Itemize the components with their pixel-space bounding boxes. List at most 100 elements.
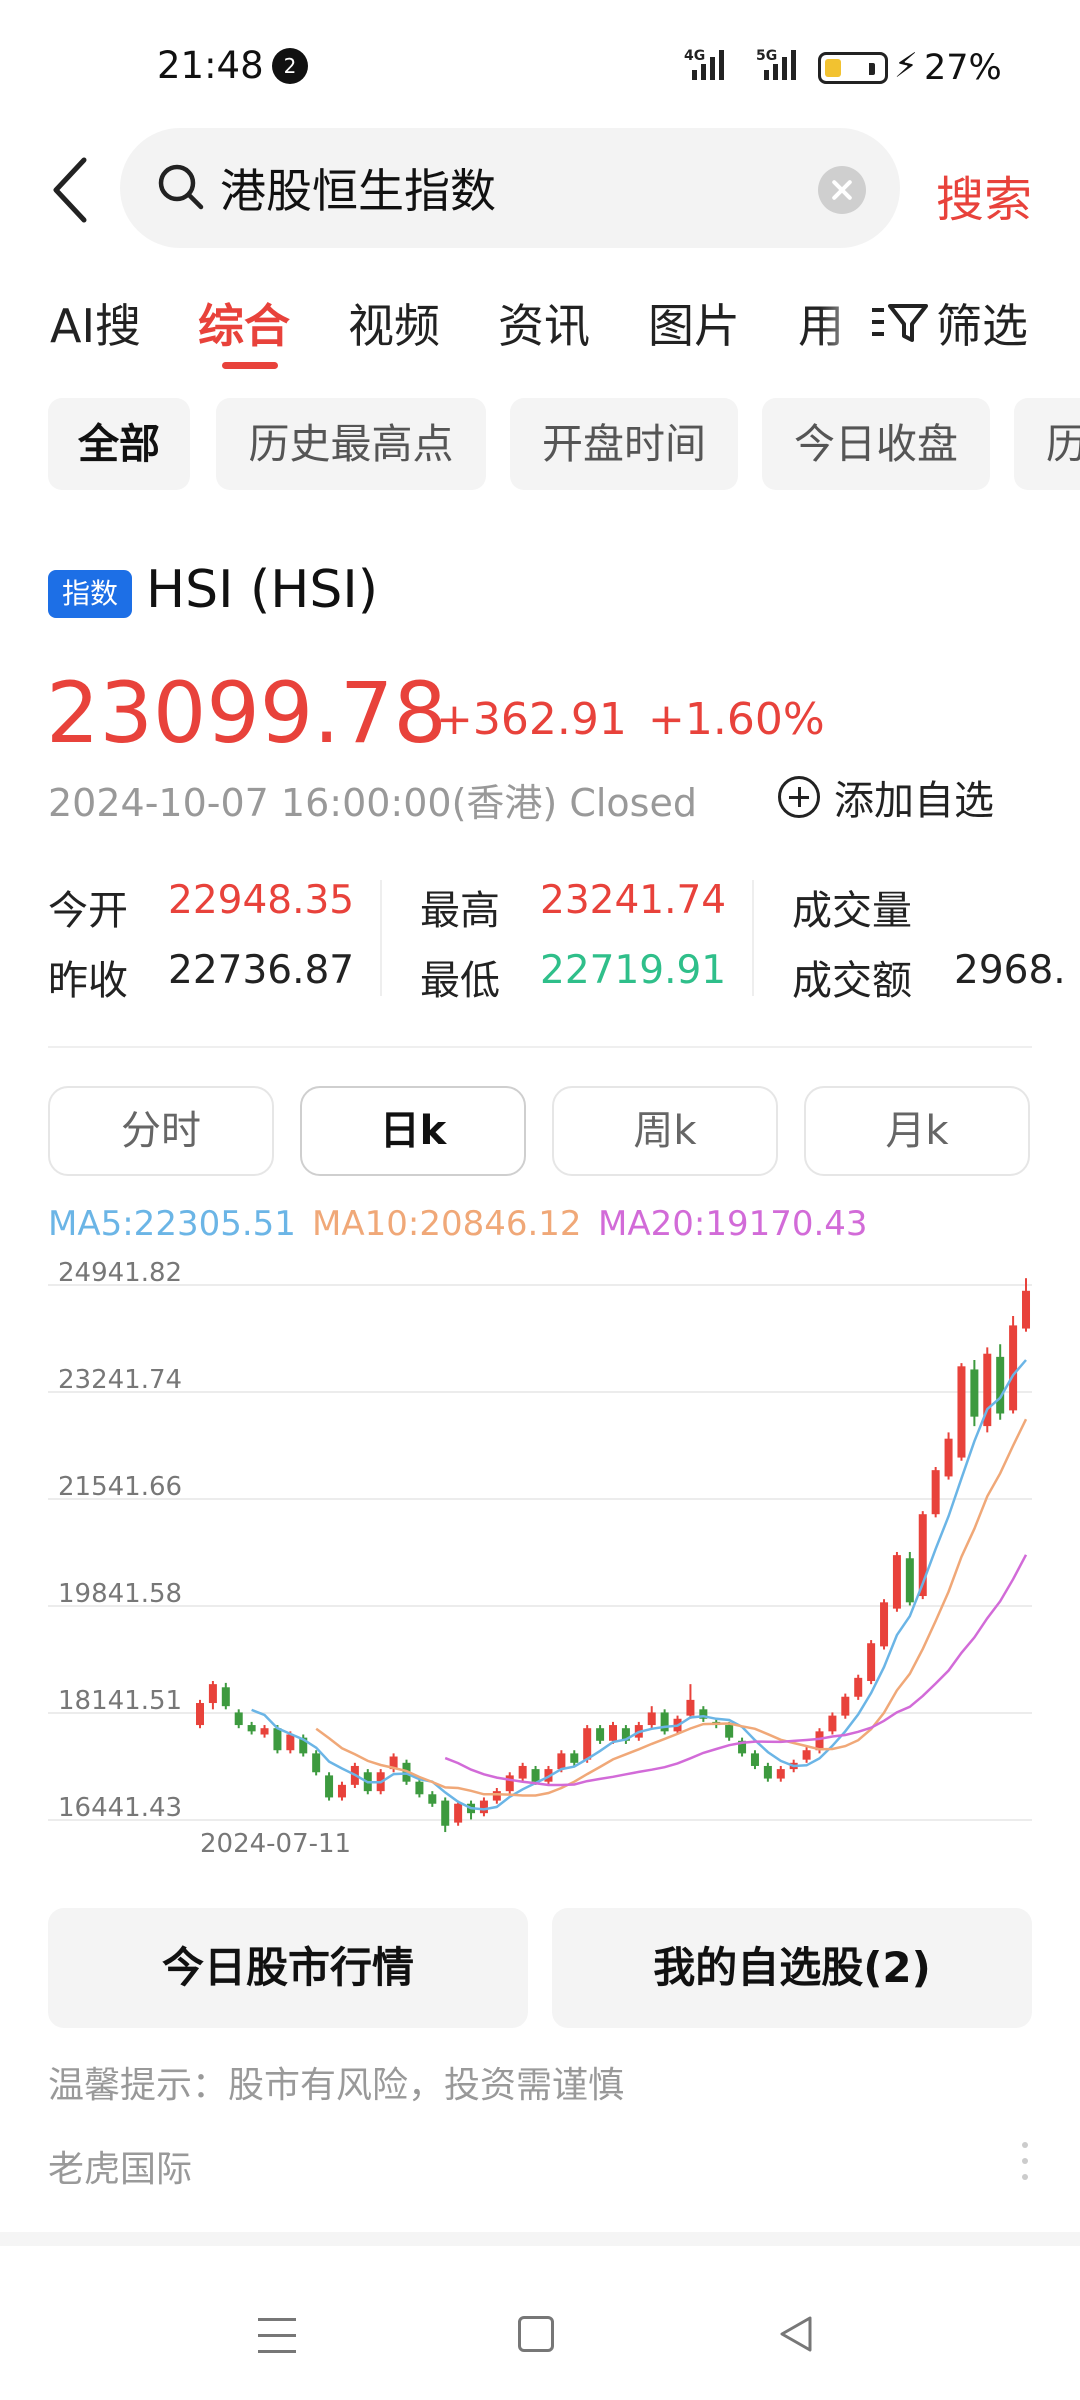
candle-body	[880, 1602, 889, 1647]
high-value: 23241.74	[540, 878, 727, 923]
period-weekly[interactable]: 周k	[552, 1086, 778, 1176]
price-change: +362.91	[436, 694, 627, 745]
candle-body	[234, 1712, 243, 1726]
active-tab-indicator	[222, 362, 278, 369]
y-tick-label: 16441.43	[58, 1793, 182, 1823]
low-label: 最低	[420, 958, 500, 1004]
search-button[interactable]: 搜索	[936, 160, 1032, 230]
candle-body	[931, 1470, 940, 1515]
candle-body	[325, 1775, 334, 1798]
chip-open-time[interactable]: 开盘时间	[510, 398, 738, 490]
candle-body	[195, 1703, 205, 1726]
current-price: 23099.78	[46, 664, 447, 762]
search-input[interactable]	[220, 158, 780, 218]
clear-search-button[interactable]	[818, 166, 866, 214]
candle-body	[750, 1753, 759, 1766]
candle-body	[905, 1558, 914, 1603]
filter-button[interactable]: 筛选	[870, 290, 1028, 356]
low-value: 22719.91	[540, 948, 727, 993]
chip-all-time-high[interactable]: 历史最高点	[216, 398, 486, 490]
nav-recent-apps-button[interactable]	[258, 2318, 296, 2353]
period-intraday[interactable]: 分时	[48, 1086, 274, 1176]
add-to-watchlist-button[interactable]: 添加自选	[778, 768, 994, 826]
tab-all[interactable]: 综合	[198, 290, 290, 356]
candle-body	[221, 1687, 230, 1707]
back-button[interactable]	[44, 150, 104, 230]
candle-body	[725, 1725, 734, 1738]
y-tick-label: 23241.74	[58, 1365, 182, 1395]
charging-bolt-icon: ⚡	[894, 46, 918, 86]
candle-body	[944, 1438, 953, 1477]
ma10-legend: MA10:20846.12	[312, 1204, 582, 1244]
candle-body	[479, 1800, 488, 1814]
candle-body	[957, 1366, 966, 1458]
filter-label: 筛选	[936, 299, 1028, 353]
candle-body	[776, 1769, 785, 1779]
divider	[48, 1046, 1032, 1048]
candle-body	[273, 1728, 282, 1751]
candle-body	[415, 1781, 424, 1795]
candle-body	[1009, 1325, 1018, 1411]
nav-home-button[interactable]	[518, 2316, 554, 2352]
ma5-legend: MA5:22305.51	[48, 1204, 296, 1244]
section-separator	[0, 2232, 1080, 2246]
candle-body	[531, 1769, 540, 1782]
y-tick-label: 24941.82	[58, 1260, 182, 1288]
data-source[interactable]: 老虎国际	[48, 2140, 192, 2192]
candle-body	[570, 1753, 579, 1763]
tab-news[interactable]: 资讯	[498, 290, 590, 356]
volume-label: 成交量	[792, 888, 912, 934]
notification-badge: 2	[272, 48, 308, 84]
candle-body	[841, 1696, 850, 1716]
candlestick-chart[interactable]: 24941.82 23241.74 21541.66 19841.58 18141.51…	[0, 1260, 1080, 1870]
candle-body	[1021, 1290, 1031, 1329]
candle-body	[867, 1643, 876, 1681]
more-options-icon[interactable]	[1020, 2142, 1030, 2186]
my-watchlist-button[interactable]: 我的自选股(2)	[552, 1908, 1032, 2028]
candle-body	[828, 1715, 837, 1732]
prev-close-value: 22736.87	[168, 948, 355, 993]
candle-body	[337, 1784, 346, 1798]
chip-today-close[interactable]: 今日收盘	[762, 398, 990, 490]
candle-body	[647, 1712, 656, 1726]
tab-video[interactable]: 视频	[348, 290, 440, 356]
y-tick-label: 19841.58	[58, 1579, 182, 1609]
candle-body	[260, 1728, 269, 1735]
tab-ai-search[interactable]: AI搜	[50, 290, 141, 356]
status-time: 21:48	[157, 44, 264, 87]
category-tabs: AI搜 综合 视频 资讯 图片 用 筛选	[0, 290, 1080, 390]
candle-body	[763, 1765, 772, 1779]
y-tick-label: 21541.66	[58, 1472, 182, 1502]
candle-body	[492, 1791, 501, 1801]
candle-body	[854, 1677, 863, 1697]
index-type-tag: 指数	[48, 570, 132, 618]
tab-images[interactable]: 图片	[648, 290, 740, 356]
candle-body	[454, 1803, 463, 1823]
period-monthly[interactable]: 月k	[804, 1086, 1030, 1176]
chip-all[interactable]: 全部	[48, 398, 190, 490]
price-change-percent: +1.60%	[648, 694, 825, 745]
high-label: 最高	[420, 888, 500, 934]
chip-history[interactable]: 历	[1014, 398, 1080, 490]
candle-body	[892, 1555, 901, 1609]
ma20-line	[444, 1554, 1028, 1787]
nav-back-button[interactable]	[776, 2314, 816, 2358]
turnover-label: 成交额	[792, 958, 912, 1004]
period-daily[interactable]: 日k	[300, 1086, 526, 1176]
ma20-legend: MA20:19170.43	[598, 1204, 868, 1244]
candle-body	[247, 1725, 256, 1732]
filter-icon	[872, 304, 928, 342]
search-box[interactable]	[120, 128, 900, 248]
today-market-button[interactable]: 今日股市行情	[48, 1908, 528, 2028]
candle-body	[286, 1734, 295, 1751]
search-icon	[156, 162, 206, 216]
open-value: 22948.35	[168, 878, 355, 923]
candle-body	[505, 1775, 514, 1792]
index-name[interactable]: HSI (HSI)	[146, 560, 378, 620]
status-bar: 21:48 2 4G 5G ⚡ 27%	[0, 0, 1080, 130]
candle-body	[583, 1728, 592, 1760]
plus-circle-icon	[778, 776, 820, 818]
add-watch-label: 添加自选	[834, 778, 994, 824]
candle-body	[608, 1725, 618, 1741]
signal-4g-icon: 4G	[684, 46, 744, 86]
